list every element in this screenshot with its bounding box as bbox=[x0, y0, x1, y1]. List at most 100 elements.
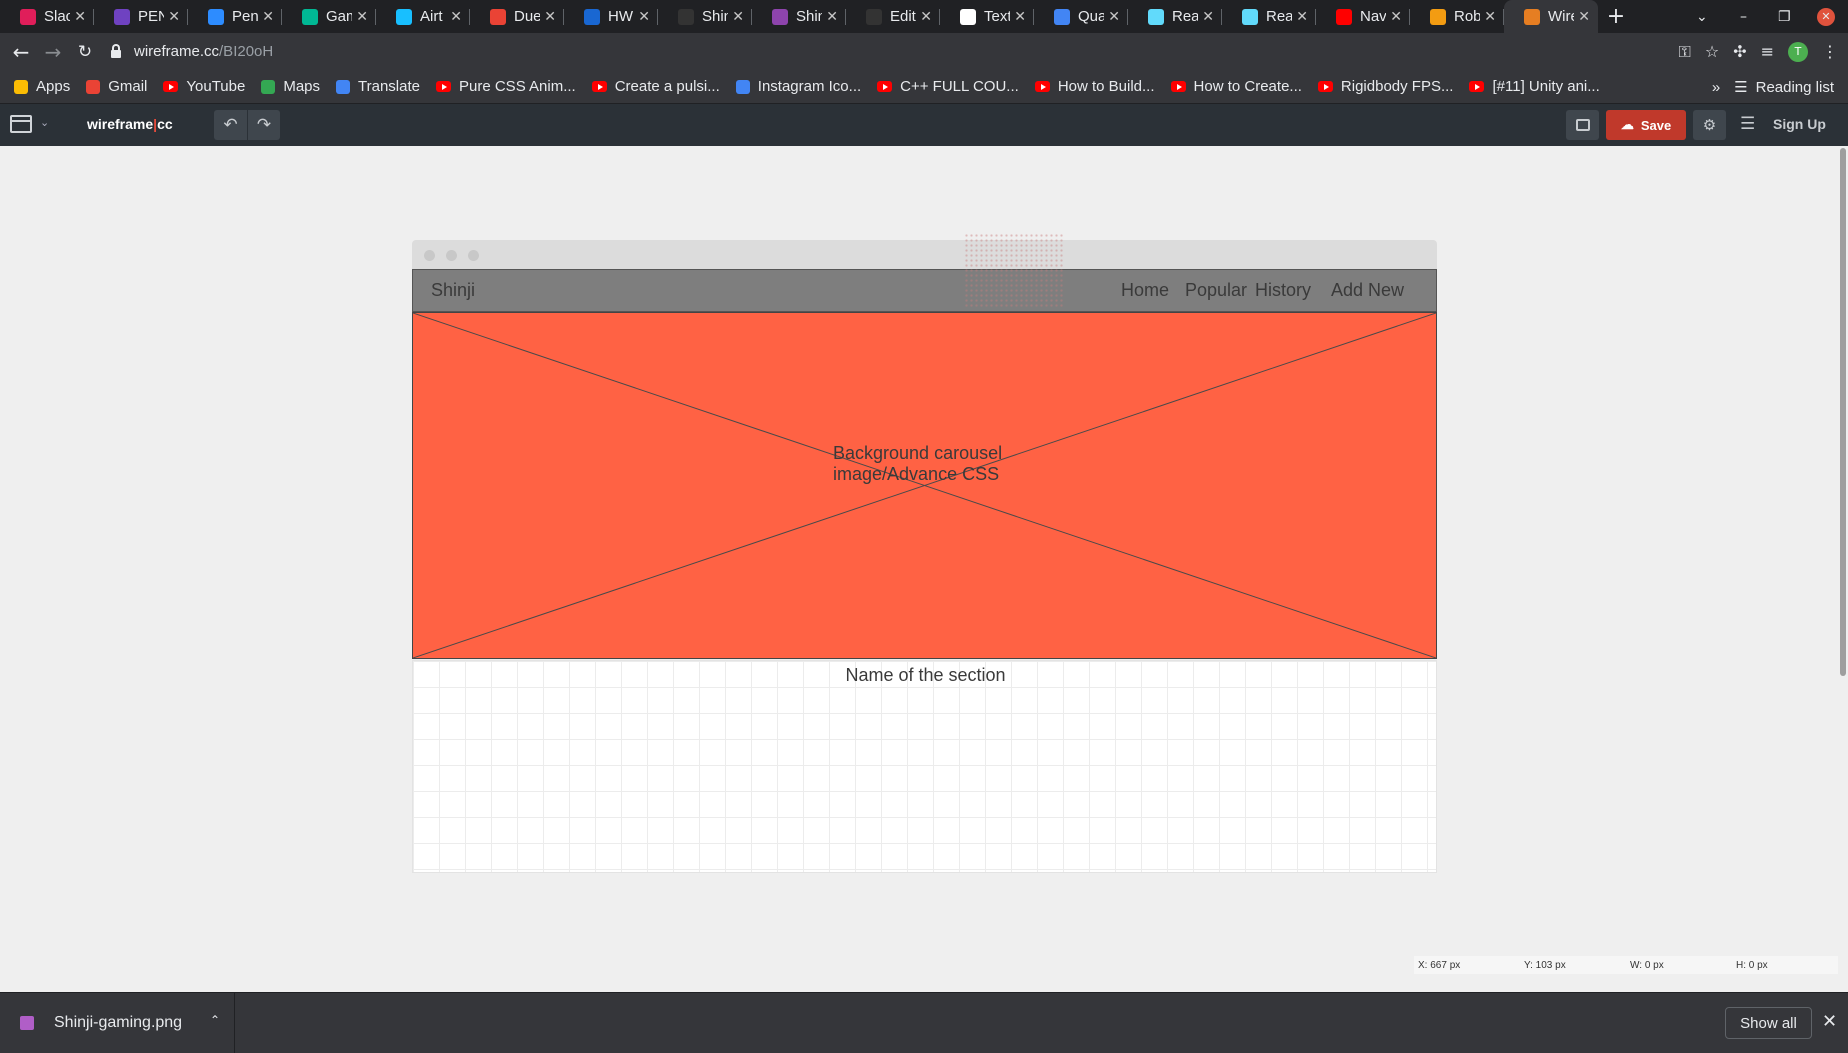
browser-tab[interactable]: Airt ✕ bbox=[376, 0, 470, 33]
mockup-section[interactable]: Name of the section bbox=[412, 660, 1437, 873]
tab-close-icon[interactable]: ✕ bbox=[1014, 8, 1026, 25]
section-title[interactable]: Name of the section bbox=[413, 665, 1438, 686]
redo-icon[interactable]: ↷ bbox=[247, 110, 280, 140]
wireframe-logo[interactable]: wireframe|cc bbox=[87, 116, 173, 132]
browser-tab[interactable]: HW ✕ bbox=[564, 0, 658, 33]
tab-close-icon[interactable]: ✕ bbox=[1484, 8, 1496, 25]
mockup-hero-image-placeholder[interactable]: Background carousel image/Advance CSS bbox=[412, 312, 1437, 659]
canvas-scrollbar[interactable] bbox=[1840, 148, 1846, 676]
tab-close-icon[interactable]: ✕ bbox=[826, 8, 838, 25]
reading-list-button[interactable]: Reading list bbox=[1756, 79, 1834, 96]
browser-tab[interactable]: Due ✕ bbox=[470, 0, 564, 33]
media-queue-icon[interactable]: ≡ bbox=[1761, 42, 1774, 61]
bookmark-item[interactable]: C++ FULL COU... bbox=[877, 78, 1019, 95]
tab-close-icon[interactable]: ✕ bbox=[1296, 8, 1308, 25]
logo-text-right: cc bbox=[157, 116, 173, 132]
tab-close-icon[interactable]: ✕ bbox=[920, 8, 932, 25]
minimize-button[interactable]: – bbox=[1740, 0, 1747, 33]
browser-tab[interactable]: Shin ✕ bbox=[658, 0, 752, 33]
restore-button[interactable]: ❐ bbox=[1778, 0, 1791, 33]
bookmark-item[interactable]: YouTube bbox=[163, 78, 245, 95]
download-shelf: Shinji-gaming.png ⌃ Show all ✕ bbox=[0, 992, 1848, 1053]
browser-tab[interactable]: Reac✕ bbox=[1128, 0, 1222, 33]
profile-avatar[interactable]: T bbox=[1788, 41, 1808, 62]
browser-tab[interactable]: Reac✕ bbox=[1222, 0, 1316, 33]
download-item[interactable]: Shinji-gaming.png ⌃ bbox=[0, 993, 235, 1053]
tab-close-icon[interactable]: ✕ bbox=[638, 8, 650, 25]
bookmark-item[interactable]: Gmail bbox=[86, 78, 147, 95]
tab-close-icon[interactable]: ✕ bbox=[450, 8, 462, 25]
browser-tab[interactable]: Editi✕ bbox=[846, 0, 940, 33]
bookmark-item[interactable]: Apps bbox=[14, 78, 70, 95]
close-icon[interactable]: ✕ bbox=[1822, 1011, 1837, 1032]
browser-tab[interactable]: Gam✕ bbox=[282, 0, 376, 33]
close-window-button[interactable]: ✕ bbox=[1816, 0, 1836, 33]
comment-button[interactable] bbox=[1566, 110, 1599, 140]
bookmark-item[interactable]: How to Create... bbox=[1170, 78, 1302, 95]
browser-tab[interactable]: Pen ✕ bbox=[188, 0, 282, 33]
mockup-nav-add-new[interactable]: Add New bbox=[1331, 280, 1404, 301]
reload-icon[interactable]: ↻ bbox=[69, 36, 101, 68]
tab-close-icon[interactable]: ✕ bbox=[544, 8, 556, 25]
tab-close-icon[interactable]: ✕ bbox=[74, 8, 86, 25]
tab-close-icon[interactable]: ✕ bbox=[262, 8, 274, 25]
tab-close-icon[interactable]: ✕ bbox=[1578, 8, 1590, 25]
save-button[interactable]: ☁ Save bbox=[1606, 110, 1686, 140]
mockup-navbar[interactable]: Shinji Home Popular History Add New bbox=[412, 269, 1437, 312]
bookmark-item[interactable]: Maps bbox=[261, 78, 320, 95]
mockup-brand[interactable]: Shinji bbox=[431, 280, 475, 301]
forward-arrow-icon[interactable]: → bbox=[37, 36, 69, 68]
tab-close-icon[interactable]: ✕ bbox=[1202, 8, 1214, 25]
show-all-button[interactable]: Show all bbox=[1725, 1007, 1812, 1039]
browser-tab[interactable]: Shin ✕ bbox=[752, 0, 846, 33]
key-icon[interactable]: ⚿ bbox=[1679, 42, 1691, 62]
browser-tab[interactable]: Slack✕ bbox=[0, 0, 94, 33]
address-bar[interactable]: wireframe.cc/BI20oH bbox=[110, 36, 1810, 66]
tab-close-icon[interactable]: ✕ bbox=[1390, 8, 1402, 25]
browser-mockup[interactable]: Shinji Home Popular History Add New Back… bbox=[412, 240, 1437, 873]
new-tab-button[interactable]: + bbox=[1598, 0, 1634, 33]
tab-favicon-icon bbox=[302, 8, 318, 25]
settings-sliders-icon[interactable]: ⚙ bbox=[1693, 110, 1726, 140]
browser-tab[interactable]: Rob ✕ bbox=[1410, 0, 1504, 33]
bookmark-label: Rigidbody FPS... bbox=[1340, 78, 1454, 95]
bookmark-item[interactable]: Instagram Ico... bbox=[735, 78, 861, 95]
browser-tab[interactable]: Text ✕ bbox=[940, 0, 1034, 33]
kebab-menu-icon[interactable]: ⋮ bbox=[1822, 42, 1838, 61]
more-bookmarks-chevron[interactable]: » bbox=[1712, 79, 1720, 96]
extensions-puzzle-icon[interactable]: ✣ bbox=[1733, 42, 1746, 61]
browser-tab[interactable]: Wire✕ bbox=[1504, 0, 1598, 33]
star-icon[interactable]: ☆ bbox=[1705, 42, 1719, 61]
tab-title: Due bbox=[514, 8, 541, 25]
mockup-nav-home[interactable]: Home bbox=[1121, 280, 1169, 301]
mockup-nav-popular[interactable]: Popular bbox=[1185, 280, 1247, 301]
tab-close-icon[interactable]: ✕ bbox=[168, 8, 180, 25]
tab-title: Slack bbox=[44, 8, 71, 25]
gmail-icon bbox=[86, 79, 101, 94]
bookmark-item[interactable]: Pure CSS Anim... bbox=[436, 78, 576, 95]
sign-up-link[interactable]: Sign Up bbox=[1773, 116, 1826, 132]
tab-search-icon[interactable]: ⌄ bbox=[1696, 0, 1708, 33]
bookmark-item[interactable]: [#11] Unity ani... bbox=[1469, 78, 1600, 95]
bookmark-label: Gmail bbox=[108, 78, 148, 95]
page-selector-icon[interactable] bbox=[10, 115, 32, 133]
tab-close-icon[interactable]: ✕ bbox=[732, 8, 744, 25]
bookmark-item[interactable]: Translate bbox=[336, 78, 420, 95]
bookmark-label: Maps bbox=[283, 78, 321, 95]
bookmark-item[interactable]: How to Build... bbox=[1034, 78, 1155, 95]
coord-y: Y: 103 px bbox=[1524, 959, 1566, 971]
browser-tab[interactable]: Qua ✕ bbox=[1034, 0, 1128, 33]
browser-tab[interactable]: PEN ✕ bbox=[94, 0, 188, 33]
tab-close-icon[interactable]: ✕ bbox=[356, 8, 368, 25]
browser-tab[interactable]: Navi✕ bbox=[1316, 0, 1410, 33]
bookmark-item[interactable]: Rigidbody FPS... bbox=[1317, 78, 1454, 95]
hamburger-menu-icon[interactable]: ☰ bbox=[1740, 114, 1755, 134]
bookmark-item[interactable]: Create a pulsi... bbox=[591, 78, 720, 95]
browser-toolbar: ← → ↻ wireframe.cc/BI20oH ⚿ ☆ ✣ ≡ T ⋮ bbox=[0, 33, 1848, 70]
tab-close-icon[interactable]: ✕ bbox=[1108, 8, 1120, 25]
back-arrow-icon[interactable]: ← bbox=[5, 36, 37, 68]
chevron-down-icon[interactable]: ⌄ bbox=[40, 116, 49, 129]
undo-icon[interactable]: ↶ bbox=[214, 110, 247, 140]
mockup-nav-history[interactable]: History bbox=[1255, 280, 1311, 301]
chevron-up-icon[interactable]: ⌃ bbox=[210, 1013, 220, 1027]
